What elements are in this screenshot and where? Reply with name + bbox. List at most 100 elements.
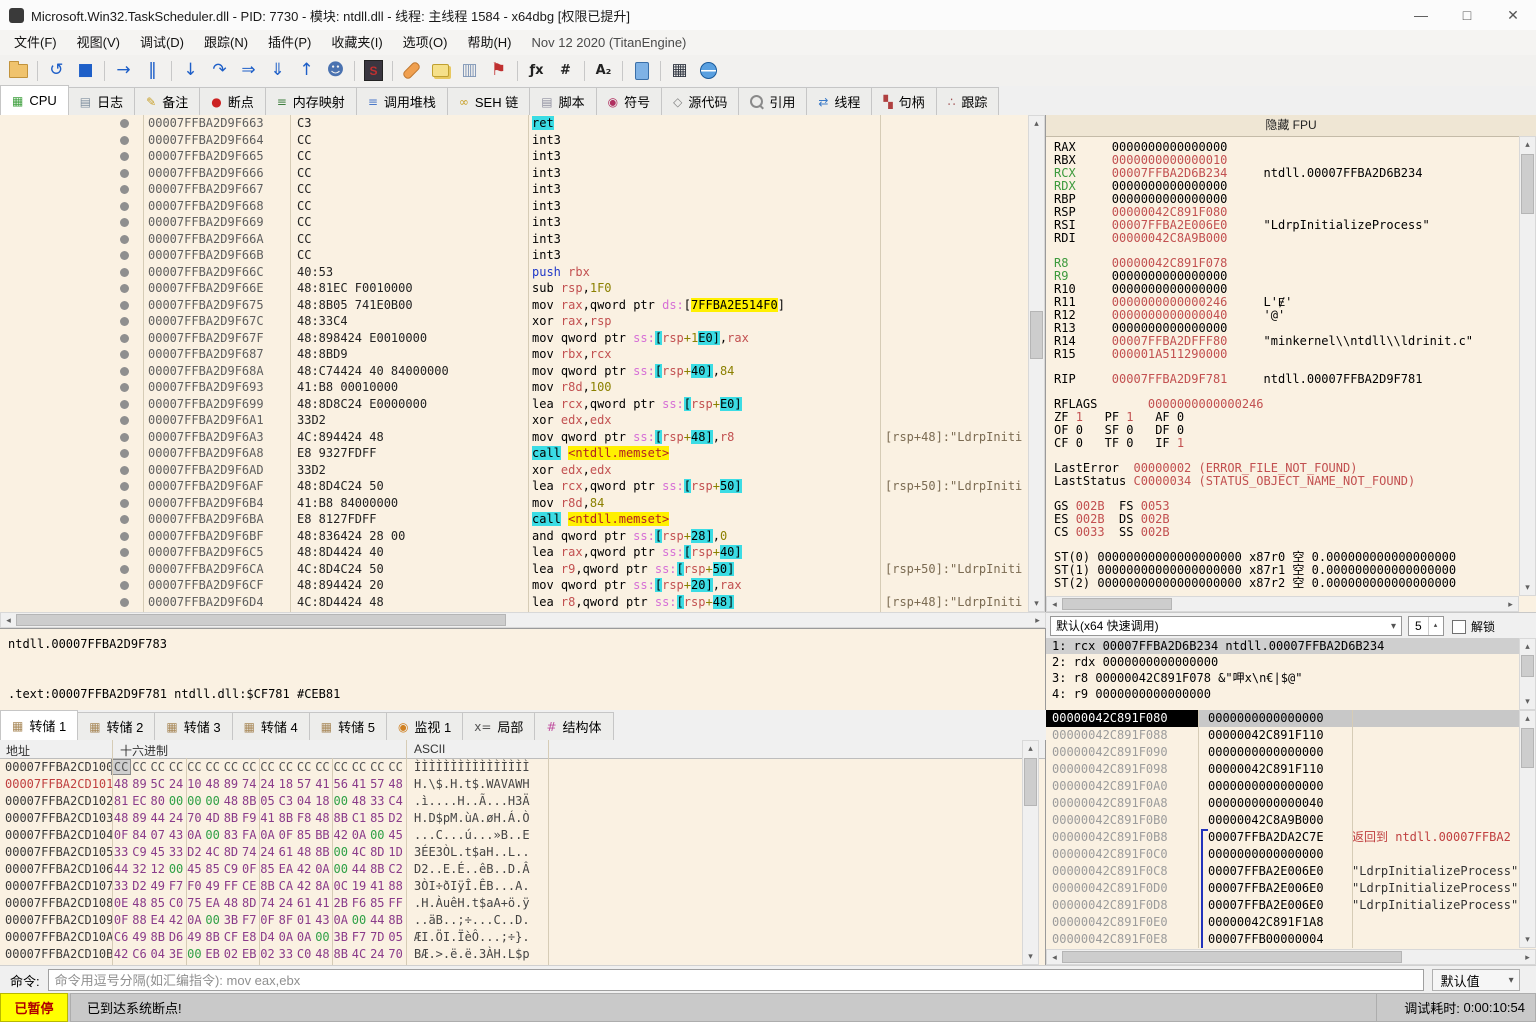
scroll-thumb[interactable] xyxy=(1062,951,1402,963)
checkbox-icon[interactable] xyxy=(1452,619,1466,634)
dump-byte[interactable]: 3B xyxy=(222,913,240,927)
dump-byte[interactable]: 0F xyxy=(240,862,258,876)
dump-tab-转储-1[interactable]: ▦ 转储 1 xyxy=(0,710,79,741)
dump-byte[interactable]: 33 xyxy=(277,947,295,961)
dump-byte[interactable]: CC xyxy=(368,760,386,774)
scroll-thumb[interactable] xyxy=(1521,154,1534,214)
disasm-row[interactable]: 00007FFBA2D9F6C5 48:8D4424 40 lea rax,qwor… xyxy=(0,544,1027,561)
dump-byte[interactable]: 45 xyxy=(386,828,404,842)
menu-item-5[interactable]: 插件(P) xyxy=(258,30,321,55)
argument-count-stepper[interactable]: 5 ▴▾ xyxy=(1408,616,1444,647)
dump-byte[interactable]: F0 xyxy=(185,879,203,893)
stack-row[interactable]: 00000042C891F0E8 00007FFB00000004 xyxy=(1046,931,1519,948)
dump-row[interactable]: 00007FFBA2CD10A C6 49 8B D6 49 8B CF E8 D4 0A 0A 00 3… xyxy=(0,928,1045,945)
disasm-row[interactable]: 00007FFBA2D9F668 CC int3 xyxy=(0,198,1027,215)
stack-hscrollbar[interactable] xyxy=(1046,949,1536,965)
dump-byte[interactable]: 0A xyxy=(185,828,203,842)
dump-byte[interactable]: C9 xyxy=(130,845,148,859)
dump-byte[interactable]: C3 xyxy=(277,794,295,808)
hash-button[interactable]: # xyxy=(552,58,579,83)
register-line[interactable]: ST(2) 00000000000000000000 x87r2 空 0.000… xyxy=(1054,577,1516,590)
dump-byte[interactable]: 85 xyxy=(295,828,313,842)
tab-句柄[interactable]: ▚ 句柄 xyxy=(871,87,937,115)
dump-byte[interactable]: 1D xyxy=(386,845,404,859)
dump-byte[interactable]: 24 xyxy=(167,777,185,791)
dump-row[interactable]: 00007FFBA2CD104 0F 84 07 43 0A 00 83 FA 0A 0F 85 BB 4… xyxy=(0,826,1045,843)
dump-byte[interactable]: C2 xyxy=(386,862,404,876)
dump-byte[interactable]: 33 xyxy=(167,845,185,859)
dump-byte[interactable]: CE xyxy=(240,879,258,893)
dump-byte[interactable]: 00 xyxy=(203,913,221,927)
breakpoint-dot-icon[interactable] xyxy=(120,267,129,277)
dump-byte[interactable]: CC xyxy=(295,760,313,774)
breakpoint-dot-icon[interactable] xyxy=(120,515,129,524)
dump-byte[interactable]: 8B xyxy=(222,811,240,825)
dump-byte[interactable]: EA xyxy=(203,896,221,910)
step-over-button[interactable]: ↷ xyxy=(206,58,233,83)
dump-byte[interactable]: 42 xyxy=(112,947,130,961)
disasm-row[interactable]: 00007FFBA2D9F6BF 48:836424 28 00 and qword… xyxy=(0,528,1027,545)
disasm-row[interactable]: 00007FFBA2D9F699 48:8D8C24 E0000000 lea rc… xyxy=(0,396,1027,413)
dump-byte[interactable]: CC xyxy=(386,760,404,774)
dump-byte[interactable]: 48 xyxy=(112,777,130,791)
step-out-button[interactable]: ⇓ xyxy=(264,58,291,83)
dump-byte[interactable]: EA xyxy=(277,862,295,876)
dump-byte[interactable]: 80 xyxy=(149,794,167,808)
dump-byte[interactable]: D2 xyxy=(185,845,203,859)
dump-byte[interactable]: CC xyxy=(149,760,167,774)
breakpoint-dot-icon[interactable] xyxy=(120,350,129,359)
menu-item-8[interactable]: 帮助(H) xyxy=(457,30,521,55)
dump-byte[interactable]: 00 xyxy=(350,913,368,927)
dump-byte[interactable]: 4C xyxy=(203,845,221,859)
breakpoint-dot-icon[interactable] xyxy=(120,218,129,227)
scroll-right-icon[interactable] xyxy=(1503,597,1518,611)
dump-byte[interactable]: 70 xyxy=(185,811,203,825)
dump-byte[interactable]: 0A xyxy=(258,828,276,842)
dump-byte[interactable]: 02 xyxy=(222,947,240,961)
dump-byte[interactable]: 00 xyxy=(368,828,386,842)
breakpoint-dot-icon[interactable] xyxy=(120,185,129,194)
dump-vscrollbar[interactable] xyxy=(1022,740,1039,965)
register-line[interactable]: R15 000001A511290000 xyxy=(1054,348,1516,361)
dump-byte[interactable]: 89 xyxy=(130,811,148,825)
dump-byte[interactable]: 8D xyxy=(240,896,258,910)
dump-byte[interactable]: D2 xyxy=(386,811,404,825)
dump-row[interactable]: 00007FFBA2CD107 33 D2 49 F7 F0 49 FF CE 8B CA 42 8A 0… xyxy=(0,877,1045,894)
dump-byte[interactable]: 8B xyxy=(386,913,404,927)
breakpoint-dot-icon[interactable] xyxy=(120,482,129,491)
dump-byte[interactable]: 49 xyxy=(185,930,203,944)
dump-byte[interactable]: E8 xyxy=(240,930,258,944)
disasm-row[interactable]: 00007FFBA2D9F693 41:B8 00010000 mov r8d,10… xyxy=(0,379,1027,396)
comments-button[interactable] xyxy=(427,58,454,83)
dump-byte[interactable]: C6 xyxy=(112,930,130,944)
breakpoint-dot-icon[interactable] xyxy=(120,548,129,557)
registers-hscrollbar[interactable] xyxy=(1046,596,1519,612)
dump-byte[interactable]: 05 xyxy=(386,930,404,944)
dump-byte[interactable]: 45 xyxy=(185,862,203,876)
stepper-arrows-icon[interactable]: ▴▾ xyxy=(1428,617,1442,647)
dump-byte[interactable]: 8B xyxy=(313,845,331,859)
breakpoint-dot-icon[interactable] xyxy=(120,284,129,293)
dump-row[interactable]: 00007FFBA2CD108 0E 48 85 C0 75 EA 48 8D 74 24 61 41 2… xyxy=(0,894,1045,911)
stack-row[interactable]: 00000042C891F0A8 0000000000000040 xyxy=(1046,795,1519,812)
dump-byte[interactable]: 83 xyxy=(222,828,240,842)
dump-byte[interactable]: 8B xyxy=(368,862,386,876)
unlock-checkbox[interactable]: 解锁 xyxy=(1452,618,1495,635)
tab-符号[interactable]: ◉ 符号 xyxy=(595,87,663,115)
dump-byte[interactable]: 44 xyxy=(149,811,167,825)
dump-byte[interactable]: CC xyxy=(258,760,276,774)
disasm-row[interactable]: 00007FFBA2D9F6AD 33D2 xor edx,edx xyxy=(0,462,1027,479)
dump-byte[interactable]: 12 xyxy=(149,862,167,876)
disasm-row[interactable]: 00007FFBA2D9F6D4 4C:8D4424 48 lea r8,qword… xyxy=(0,594,1027,611)
breakpoint-dot-icon[interactable] xyxy=(120,135,129,145)
minimize-icon[interactable]: — xyxy=(1398,0,1444,30)
dump-byte[interactable]: 00 xyxy=(203,794,221,808)
disasm-row[interactable]: 00007FFBA2D9F6A1 33D2 xor edx,edx xyxy=(0,412,1027,429)
pause-button[interactable]: ‖ xyxy=(139,58,166,83)
dump-byte[interactable]: 3E xyxy=(167,947,185,961)
dump-byte[interactable]: 48 xyxy=(313,811,331,825)
dump-byte[interactable]: 24 xyxy=(167,811,185,825)
maximize-icon[interactable]: □ xyxy=(1444,0,1490,30)
dump-byte[interactable]: 48 xyxy=(222,896,240,910)
disasm-row[interactable]: 00007FFBA2D9F664 CC int3 xyxy=(0,132,1027,149)
